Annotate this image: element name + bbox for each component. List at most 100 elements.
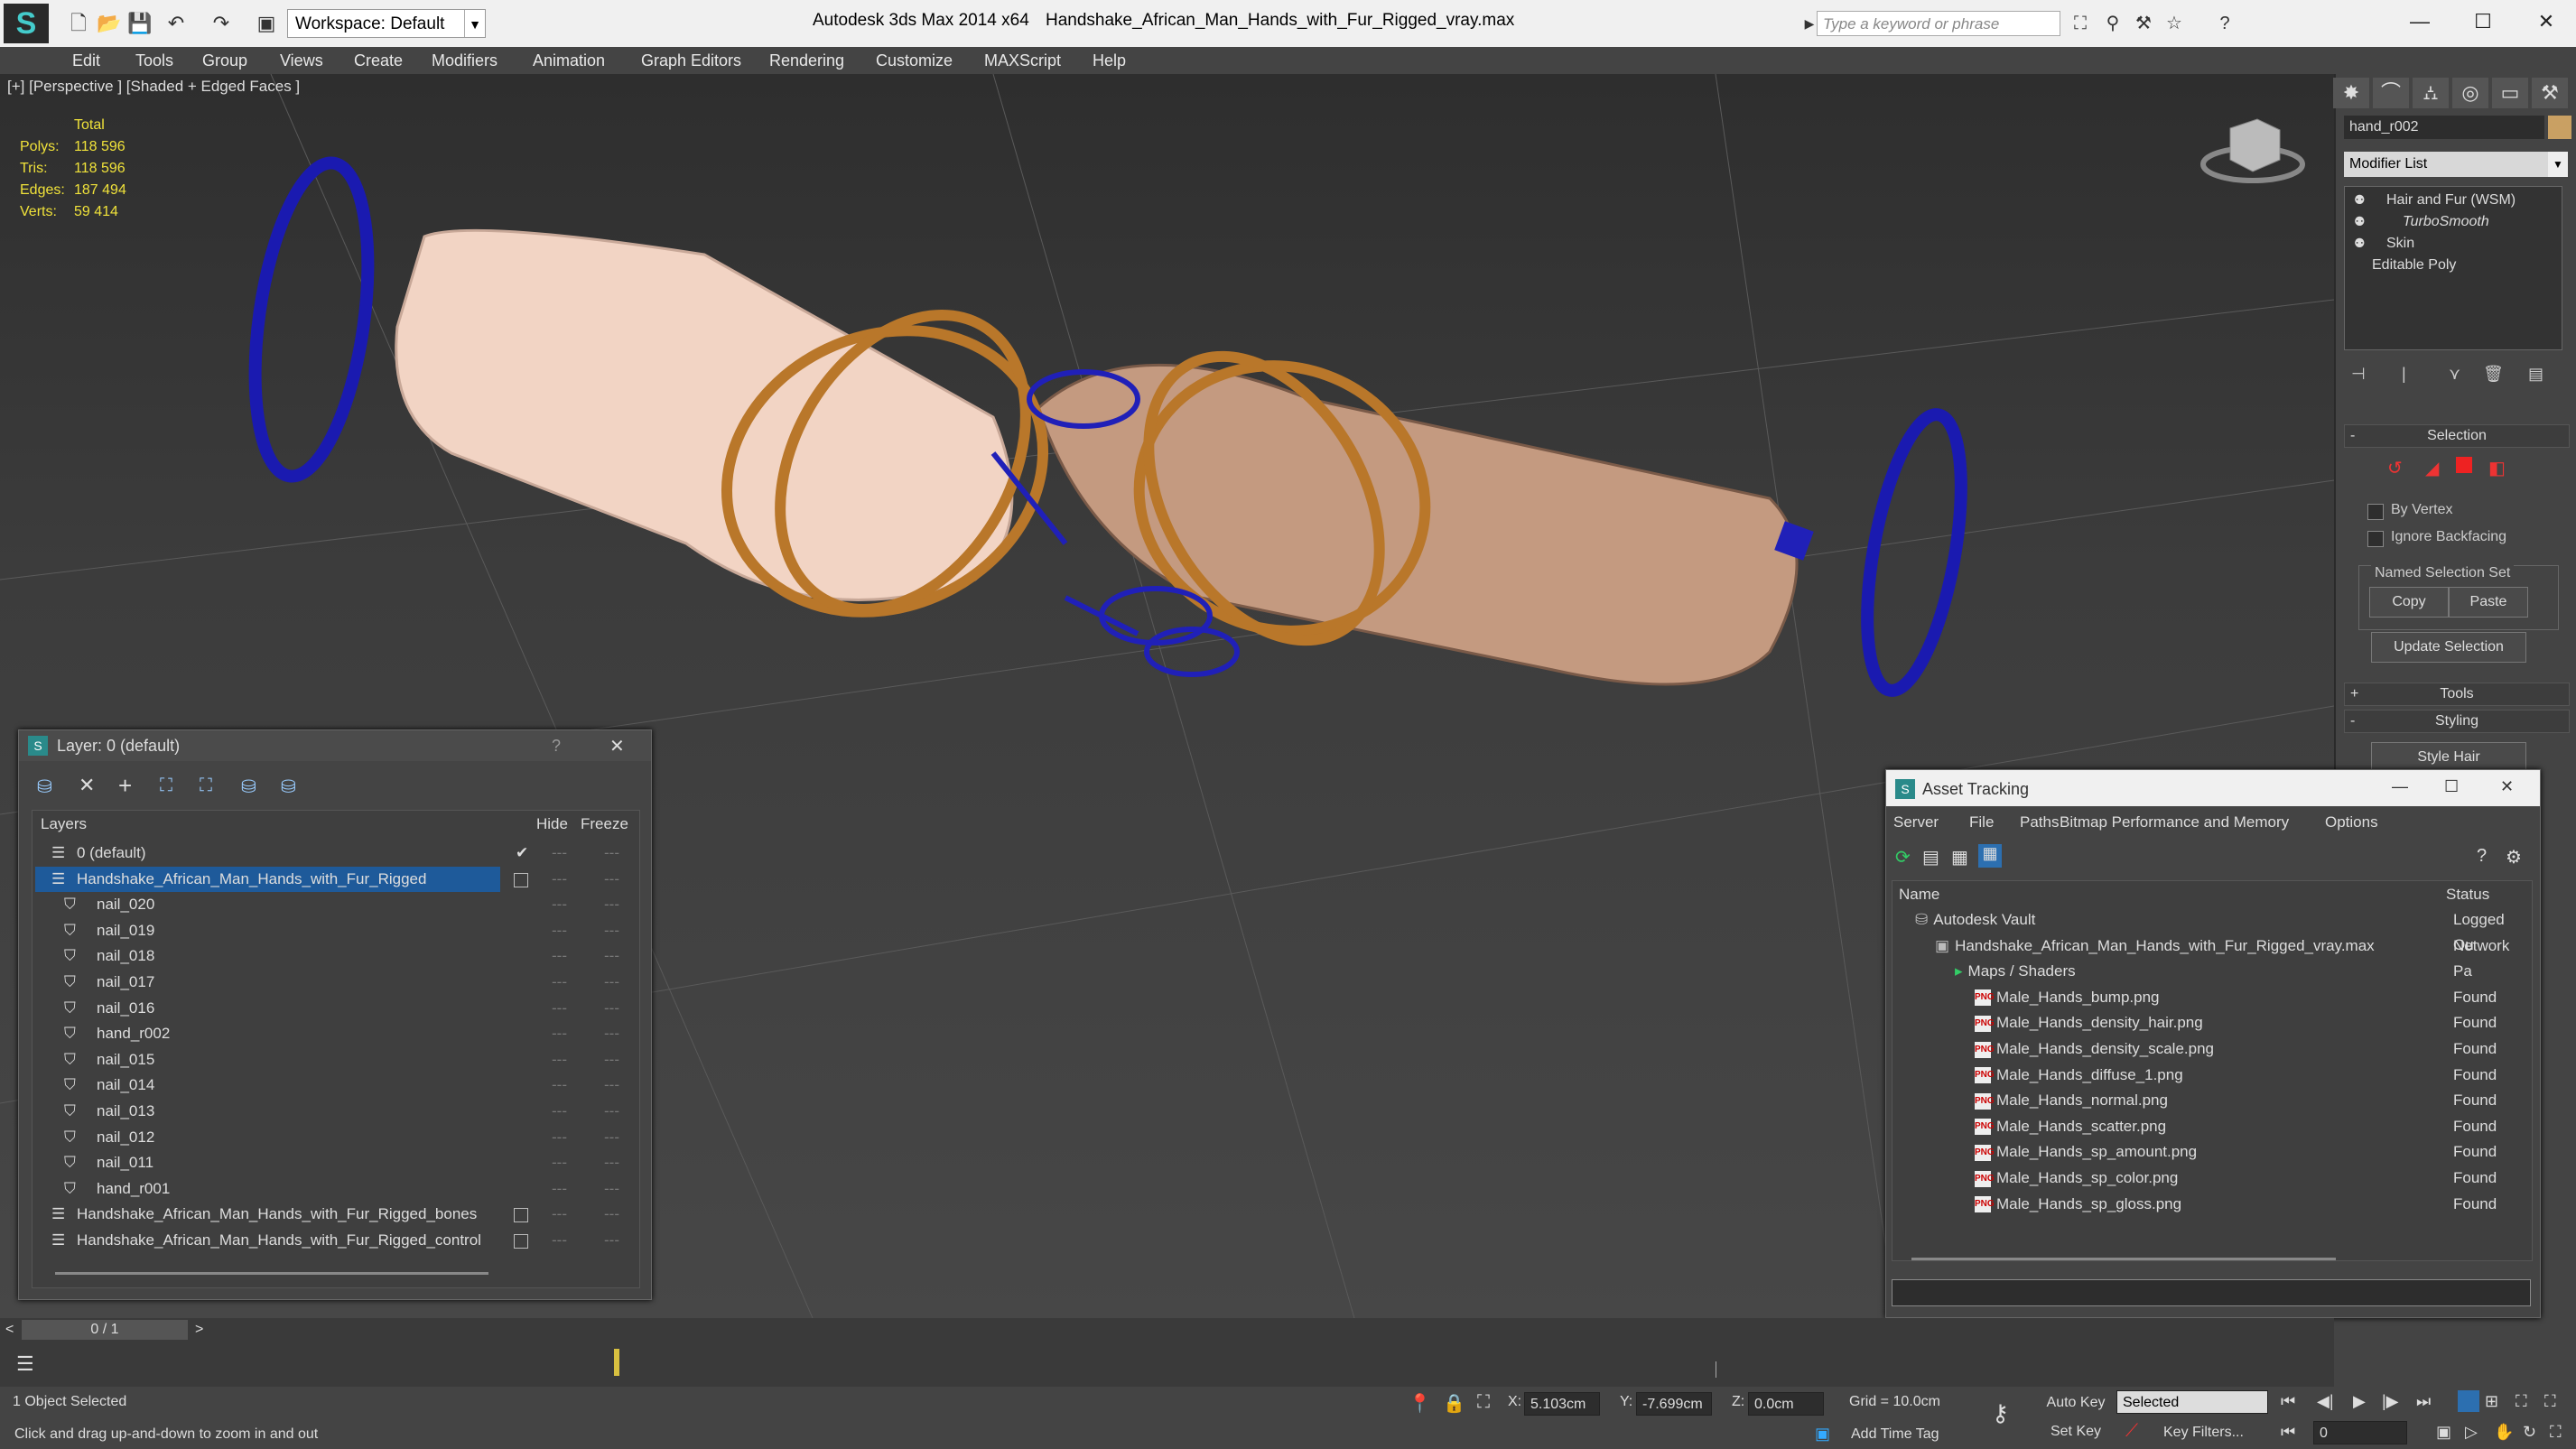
asset-row[interactable]: PNG Male_Hands_bump.png Found (1895, 985, 2527, 1010)
menu-animation[interactable]: Animation (533, 47, 605, 74)
selection-rollout[interactable]: - Selection (2344, 424, 2570, 448)
key-filters-button[interactable]: Key Filters... (2163, 1425, 2244, 1441)
hierarchy-tab-icon[interactable]: ⛼ (2413, 78, 2449, 108)
utilities-tab-icon[interactable]: ⚒ (2532, 78, 2568, 108)
freeze-toggle[interactable]: --- (604, 867, 622, 892)
search-icon[interactable]: ⚲ (2100, 11, 2125, 36)
freeze-toggle[interactable]: --- (604, 1021, 622, 1046)
light-bulb-icon[interactable]: ⚉ (2354, 236, 2366, 251)
freeze-toggle[interactable]: --- (604, 1176, 622, 1202)
asset-row[interactable]: ▸ Maps / Shaders (1895, 959, 2527, 984)
asset-row[interactable]: PNG Male_Hands_diffuse_1.png Found (1895, 1063, 2527, 1088)
next-frame-icon[interactable]: |▶ (2382, 1392, 2399, 1411)
hide-toggle[interactable]: --- (552, 1073, 570, 1098)
hide-toggle[interactable]: --- (552, 841, 570, 866)
asset-menu-server[interactable]: Server (1893, 813, 1939, 831)
freeze-toggle[interactable]: --- (604, 918, 622, 943)
style-hair-button[interactable]: Style Hair (2371, 742, 2526, 773)
asset-row[interactable]: PNG Male_Hands_sp_amount.png Found (1895, 1139, 2527, 1165)
layer-row[interactable]: ☰ Handshake_African_Man_Hands_with_Fur_Ri… (35, 866, 649, 892)
zoom-icon[interactable] (2458, 1390, 2479, 1412)
display-tab-icon[interactable]: ▭ (2492, 78, 2528, 108)
layer-dialog-help-button[interactable]: ? (552, 737, 561, 756)
key-mode-dropdown[interactable]: Selected (2116, 1390, 2268, 1414)
table-view-icon[interactable]: ▦ (1978, 844, 2002, 868)
layer-dialog-close-button[interactable]: ✕ (609, 735, 625, 757)
maximize-viewport-icon[interactable]: ⛶ (2550, 1423, 2562, 1442)
play-icon[interactable]: ▶ (2353, 1392, 2366, 1411)
workspace-select[interactable]: Workspace: Default ▼ (287, 9, 486, 38)
favorites-star-icon[interactable]: ☆ (2162, 11, 2187, 36)
hide-toggle[interactable]: --- (552, 892, 570, 917)
freeze-all-icon[interactable]: ⛁ (281, 776, 296, 798)
set-key-icon[interactable]: ⟋ (2125, 1421, 2138, 1442)
freeze-toggle[interactable]: --- (604, 943, 622, 969)
layer-row[interactable]: ⛉ nail_020 --- --- (35, 892, 649, 917)
open-file-icon[interactable]: 📂 (96, 11, 123, 36)
asset-path-field[interactable] (1892, 1279, 2531, 1306)
layer-row[interactable]: ⛉ nail_012 --- --- (35, 1125, 649, 1150)
binoculars-icon[interactable]: ⛶ (2068, 11, 2093, 36)
orbit-icon[interactable]: ↻ (2523, 1423, 2536, 1442)
column-layers[interactable]: Layers (41, 815, 87, 833)
stack-item-skin[interactable]: Skin (2386, 236, 2414, 252)
freeze-toggle[interactable]: --- (604, 1202, 622, 1227)
layer-row[interactable]: ⛉ nail_011 --- --- (35, 1150, 649, 1175)
hide-toggle[interactable]: --- (552, 867, 570, 892)
menu-views[interactable]: Views (280, 47, 323, 74)
stack-item-editable-poly[interactable]: Editable Poly (2372, 257, 2456, 274)
pan-view-icon[interactable]: ✋ (2494, 1423, 2514, 1442)
help-icon[interactable]: ? (2477, 846, 2487, 867)
column-hide[interactable]: Hide (536, 815, 568, 833)
remove-modifier-icon[interactable]: 🗑 (2483, 365, 2504, 384)
menu-customize[interactable]: Customize (876, 47, 953, 74)
asset-row[interactable]: PNG Male_Hands_normal.png Found (1895, 1088, 2527, 1113)
element-select-icon[interactable]: ◧ (2488, 457, 2506, 479)
current-layer-check-icon[interactable]: ✔ (516, 841, 528, 866)
go-to-start-icon[interactable]: ⏮ (2281, 1392, 2295, 1411)
y-coordinate-field[interactable]: -7.699cm (1636, 1392, 1712, 1416)
zoom-all-icon[interactable]: ⊞ (2485, 1392, 2498, 1411)
communication-center-icon[interactable]: ⚒ (2131, 11, 2156, 36)
make-unique-icon[interactable]: ⋎ (2449, 365, 2460, 384)
object-name-field[interactable]: hand_r002 (2344, 116, 2544, 139)
close-button[interactable]: ✕ (2519, 4, 2573, 40)
motion-tab-icon[interactable]: ◎ (2452, 78, 2488, 108)
absolute-transform-icon[interactable]: ⛶ (1477, 1392, 1490, 1413)
freeze-toggle[interactable]: --- (604, 1073, 622, 1098)
configure-sets-icon[interactable]: ▤ (2528, 365, 2543, 384)
layer-row[interactable]: ⛉ nail_018 --- --- (35, 943, 649, 969)
previous-frame-icon[interactable]: ◀| (2317, 1392, 2334, 1411)
redo-icon[interactable]: ↷ (208, 11, 235, 36)
layer-row[interactable]: ⛉ nail_014 --- --- (35, 1073, 649, 1098)
stack-item-hair-and-fur[interactable]: Hair and Fur (WSM) (2386, 192, 2516, 209)
refresh-icon[interactable]: ⟳ (1895, 846, 1911, 868)
hide-toggle[interactable]: --- (552, 1202, 570, 1227)
key-icon[interactable]: ⚷ (1992, 1399, 2009, 1427)
menu-maxscript[interactable]: MAXScript (984, 47, 1061, 74)
field-of-view-icon[interactable]: ▷ (2465, 1423, 2478, 1442)
column-status[interactable]: Status (2446, 886, 2489, 904)
time-slider-thumb[interactable]: 0 / 1 (22, 1320, 188, 1340)
freeze-toggle[interactable]: --- (604, 1228, 622, 1253)
stack-item-turbosmooth[interactable]: TurboSmooth (2403, 214, 2489, 230)
layer-row[interactable]: ☰ Handshake_African_Man_Hands_with_Fur_Ri… (35, 1202, 649, 1227)
asset-row[interactable]: PNG Male_Hands_density_scale.png Found (1895, 1036, 2527, 1062)
modifier-list-dropdown[interactable]: Modifier List ▼ (2344, 152, 2568, 177)
column-name[interactable]: Name (1899, 886, 1939, 904)
asset-row[interactable]: PNG Male_Hands_density_hair.png Found (1895, 1010, 2527, 1036)
freeze-toggle[interactable]: --- (604, 1047, 622, 1073)
horizontal-scrollbar[interactable] (1911, 1258, 2336, 1260)
face-select-icon[interactable]: ◢ (2425, 457, 2439, 479)
x-coordinate-field[interactable]: 5.103cm (1524, 1392, 1600, 1416)
freeze-toggle[interactable]: --- (604, 1125, 622, 1150)
object-color-swatch[interactable] (2548, 116, 2571, 139)
menu-group[interactable]: Group (202, 47, 247, 74)
layer-row[interactable]: ⛉ hand_r002 --- --- (35, 1021, 649, 1046)
hide-toggle[interactable]: --- (552, 996, 570, 1021)
zoom-extents-icon[interactable]: ⛶ (2516, 1392, 2527, 1411)
layer-row[interactable]: ⛉ nail_017 --- --- (35, 970, 649, 995)
zoom-extents-all-icon[interactable]: ⛶ (2544, 1392, 2556, 1411)
asset-menu-paths[interactable]: Paths (2020, 813, 2059, 831)
settings-icon[interactable]: ⚙ (2506, 846, 2522, 868)
